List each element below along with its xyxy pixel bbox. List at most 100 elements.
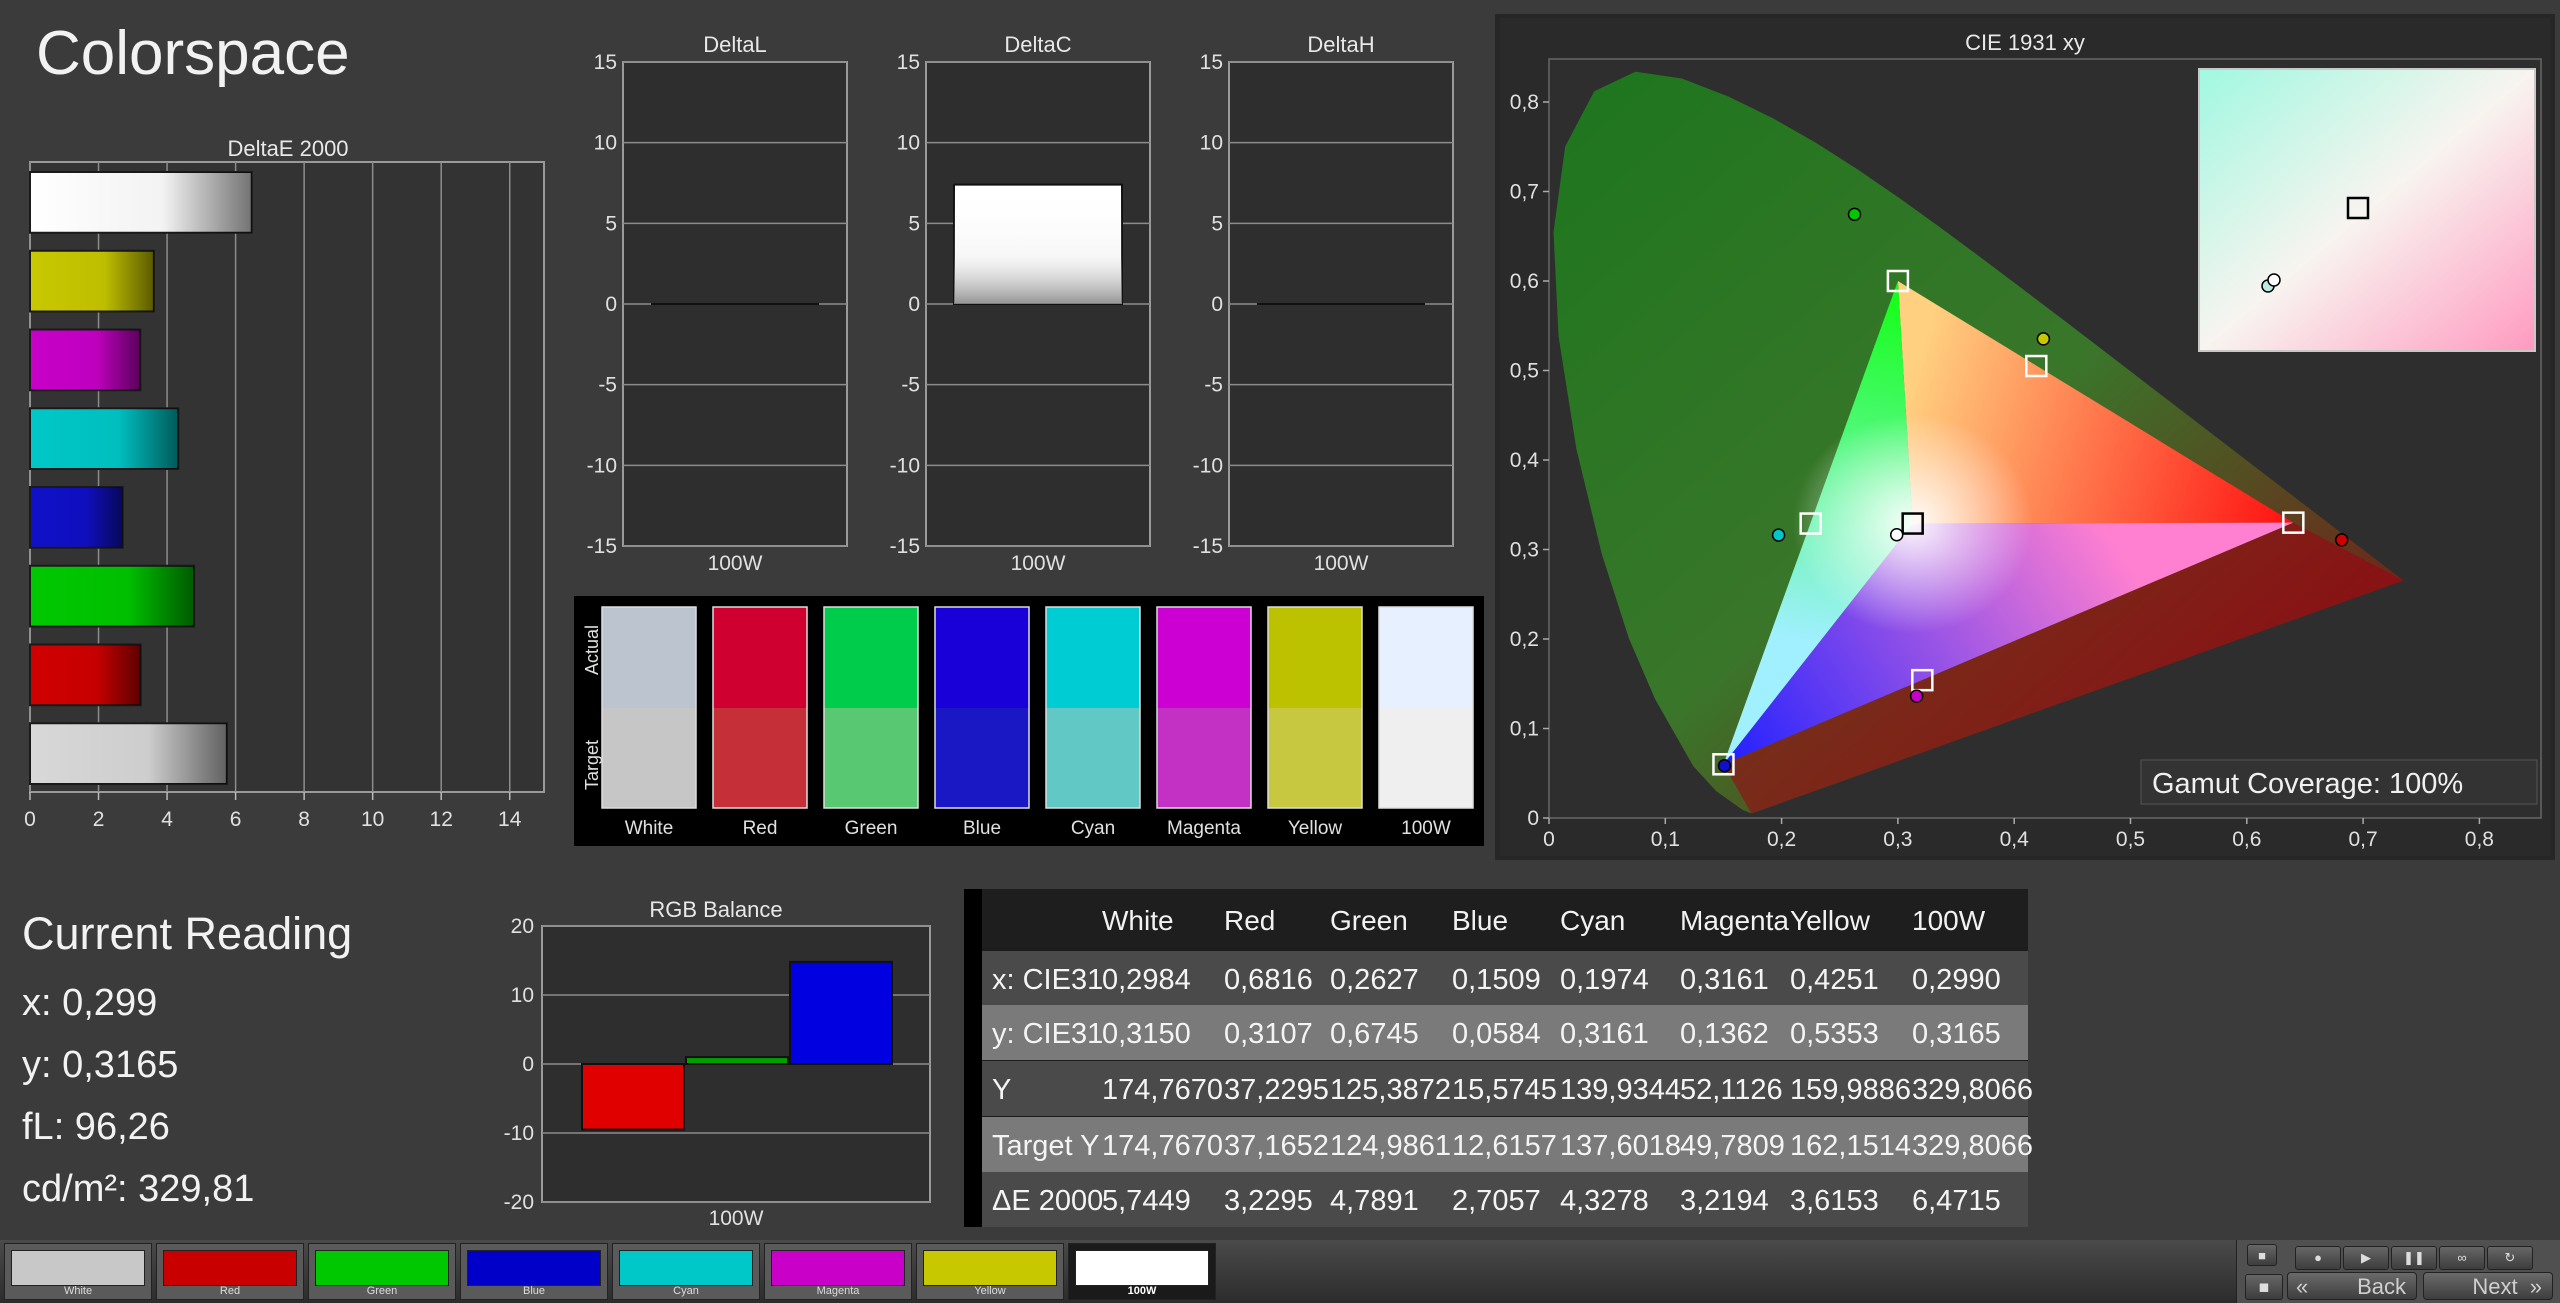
table-cell: 0,6816 [1224, 964, 1313, 996]
patch-button-blue[interactable]: Blue [460, 1243, 608, 1300]
loop-icon[interactable]: ∞ [2439, 1246, 2485, 1270]
table-cell: 174,7670 [1102, 1130, 1223, 1162]
deltal-title: DeltaL [703, 32, 767, 57]
swatch-label: Cyan [1071, 818, 1115, 839]
pause-icon[interactable]: ❚❚ [2391, 1246, 2437, 1270]
table-cell: 0,3150 [1102, 1018, 1191, 1050]
cie-x-tick: 0,4 [2000, 828, 2030, 851]
table-cell: 3,6153 [1790, 1185, 1879, 1217]
record-icon[interactable]: ● [2295, 1246, 2341, 1270]
patch-button-cyan[interactable]: Cyan [612, 1243, 760, 1300]
tick-label: -15 [587, 535, 617, 558]
deltae-bar-shade [30, 723, 227, 784]
tick-label: 15 [594, 51, 617, 74]
delta-bar-shade [954, 184, 1122, 304]
tick-label: 10 [594, 132, 617, 155]
table-cell: 0,3165 [1912, 1018, 2001, 1050]
inset-measured-point [2267, 273, 2281, 287]
refresh-icon[interactable]: ↻ [2487, 1246, 2533, 1270]
rgb-tick-label: -10 [504, 1122, 534, 1145]
cie-y-tick: 0,4 [1510, 449, 1540, 472]
patch-button-red[interactable]: Red [156, 1243, 304, 1300]
current-reading-title: Current Reading [22, 908, 353, 959]
deltae-tick-label: 6 [230, 808, 242, 831]
deltae-tick-label: 4 [161, 808, 173, 831]
gamut-coverage-label: Gamut Coverage: 100% [2152, 768, 2463, 800]
swatch-actual [1268, 607, 1362, 708]
table-cell: y: CIE31 [992, 1018, 1103, 1050]
measured-point [1909, 689, 1924, 703]
patch-button-magenta[interactable]: Magenta [764, 1243, 912, 1300]
table-cell: 0,3107 [1224, 1018, 1313, 1050]
target-label: Target [582, 740, 602, 790]
cie-y-tick: 0,8 [1510, 91, 1539, 114]
patch-button-white[interactable]: White [4, 1243, 152, 1300]
back-button[interactable]: « Back [2287, 1272, 2417, 1300]
swatch-target [1268, 708, 1362, 808]
deltae-tick-label: 12 [430, 808, 453, 831]
cie-y-tick: 0,5 [1510, 360, 1539, 383]
stop-icon[interactable]: ■ [2247, 1244, 2277, 1266]
patch-color [315, 1250, 449, 1286]
table-cell: 0,5353 [1790, 1018, 1879, 1050]
play-icon[interactable]: ▶ [2343, 1246, 2389, 1270]
swatch-label: Magenta [1167, 818, 1241, 839]
tick-label: 0 [605, 293, 617, 316]
deltac-chart: DeltaC 15 10 5 0 -5 -10 -15 100W [890, 32, 1151, 575]
table-cell: 0,3161 [1560, 1018, 1649, 1050]
next-button[interactable]: Next » [2423, 1272, 2553, 1300]
category-label: 100W [708, 552, 763, 575]
actual-label: Actual [582, 625, 602, 675]
patch-color [771, 1250, 905, 1286]
tick-label: 15 [897, 51, 920, 74]
measured-point [1889, 527, 1904, 542]
patch-label: Yellow [974, 1285, 1006, 1297]
patch-button-green[interactable]: Green [308, 1243, 456, 1300]
deltae-bar-shade [30, 250, 154, 312]
patch-color [11, 1250, 145, 1286]
current-fl: fL: 96,26 [22, 1106, 170, 1148]
rgb-balance-bar [789, 960, 893, 1066]
rgb-balance-chart: RGB Balance 20 10 0 -10 -20 100W [504, 897, 931, 1230]
table-cell: x: CIE31 [992, 964, 1103, 996]
patch-button-100w[interactable]: 100W [1068, 1243, 1216, 1300]
back-label: Back [2357, 1274, 2406, 1299]
square-stop-icon[interactable]: ◼ [2245, 1274, 2283, 1300]
swatch-actual [824, 607, 918, 708]
table-cell: 15,5745 [1452, 1074, 1557, 1106]
deltae-tick-label: 8 [298, 808, 310, 831]
deltae-bar-shade [30, 644, 141, 706]
tick-label: -5 [1204, 374, 1223, 397]
table-cell: 6,4715 [1912, 1185, 2001, 1217]
patch-color [1075, 1250, 1209, 1286]
tick-label: 5 [605, 212, 617, 235]
table-cell: 52,1126 [1680, 1074, 1783, 1106]
white-glow [1792, 413, 2033, 634]
measured-point [2036, 332, 2051, 346]
tick-label: 15 [1200, 51, 1223, 74]
table-cell: 0,1362 [1680, 1018, 1769, 1050]
patch-label: Blue [522, 1285, 546, 1297]
patch-button-yellow[interactable]: Yellow [916, 1243, 1064, 1300]
measured-point [2334, 533, 2349, 547]
patch-color [163, 1250, 297, 1286]
table-cell: 159,9886 [1790, 1074, 1911, 1106]
patch-label: Red [219, 1285, 241, 1297]
swatch-target [713, 708, 807, 808]
table-cell: Y [992, 1074, 1011, 1106]
current-reading-panel: Current Reading x: 0,299 y: 0,3165 fL: 9… [22, 908, 352, 1220]
readings-table: White Red Green Blue Cyan Magenta Yellow 100W x:… [964, 889, 2033, 1227]
cie-y-tick: 0,3 [1510, 539, 1539, 562]
table-cell: 125,3872 [1330, 1074, 1451, 1106]
table-cell: 0,2627 [1330, 964, 1419, 996]
swatch-target [602, 708, 696, 808]
deltah-title: DeltaH [1307, 32, 1374, 57]
table-cell: 0,1509 [1452, 964, 1541, 996]
table-cell: 4,3278 [1560, 1185, 1649, 1217]
cie-x-tick: 0 [1543, 828, 1555, 851]
cie-x-tick: 0,1 [1651, 828, 1680, 851]
deltae-bar-shade [30, 408, 179, 469]
table-cell: 0,0584 [1452, 1018, 1541, 1050]
deltae-title: DeltaE 2000 [227, 136, 348, 161]
table-cell: Target Y [992, 1130, 1099, 1162]
